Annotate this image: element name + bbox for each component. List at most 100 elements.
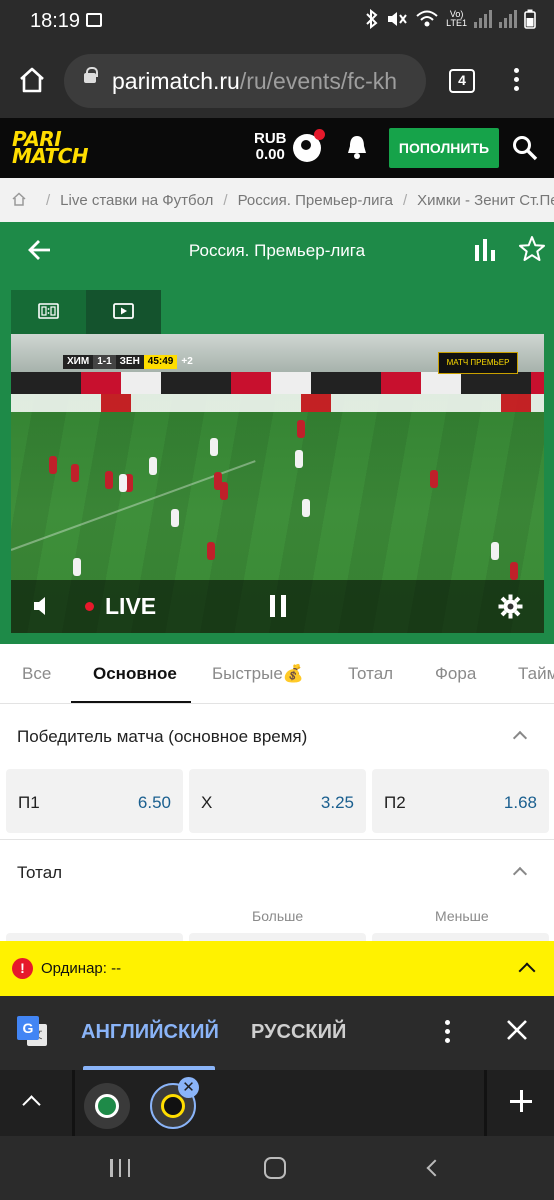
gear-icon[interactable] bbox=[498, 594, 523, 619]
address-bar[interactable]: parimatch.ru/ru/events/fc-kh bbox=[64, 54, 426, 108]
divider bbox=[484, 1070, 487, 1136]
volume-icon[interactable] bbox=[31, 594, 55, 618]
added-time: +2 bbox=[181, 356, 193, 367]
home-icon[interactable] bbox=[12, 192, 26, 206]
odds-button-draw[interactable]: X 3.25 bbox=[189, 769, 366, 833]
search-icon[interactable] bbox=[512, 135, 538, 161]
back-icon[interactable] bbox=[426, 1159, 444, 1177]
outcome-name: П1 bbox=[18, 793, 40, 812]
language-source[interactable]: АНГЛИЙСКИЙ bbox=[81, 1021, 219, 1044]
parimatch-logo[interactable]: PARI MATCH bbox=[12, 129, 89, 166]
new-tab-icon[interactable] bbox=[510, 1090, 532, 1112]
tab-all[interactable]: Все bbox=[22, 664, 51, 684]
currency-label: RUB bbox=[254, 130, 287, 147]
divider bbox=[72, 1070, 75, 1136]
close-icon[interactable] bbox=[505, 1018, 529, 1042]
soccer-ball-icon bbox=[95, 1094, 119, 1118]
balance-display[interactable]: RUB 0.00 bbox=[254, 131, 287, 163]
close-tab-icon[interactable]: ✕ bbox=[178, 1077, 199, 1098]
column-over: Больше bbox=[252, 908, 304, 924]
breadcrumb-separator: / bbox=[403, 192, 408, 209]
bell-icon[interactable] bbox=[346, 134, 368, 160]
match-score: 1-1 bbox=[93, 355, 116, 369]
tab-scoreboard[interactable] bbox=[11, 290, 86, 334]
player bbox=[207, 542, 215, 560]
player bbox=[510, 562, 518, 580]
translate-bar: 文 G АНГЛИЙСКИЙ РУССКИЙ bbox=[0, 996, 554, 1070]
tab-main[interactable]: Основное bbox=[93, 664, 177, 684]
recent-apps-icon[interactable] bbox=[110, 1159, 130, 1177]
tab-video[interactable] bbox=[86, 290, 161, 334]
player bbox=[295, 450, 303, 468]
player bbox=[119, 474, 127, 492]
bluetooth-icon bbox=[366, 9, 378, 29]
breadcrumb-item[interactable]: Live ставки на Футбол bbox=[60, 192, 213, 209]
player bbox=[210, 438, 218, 456]
url-text: parimatch.ru/ru/events/fc-kh bbox=[112, 68, 398, 94]
tab-switcher-button[interactable]: 4 bbox=[449, 69, 475, 93]
home-button-icon[interactable] bbox=[264, 1157, 286, 1179]
market-total: Тотал Больше Меньше bbox=[0, 841, 554, 943]
tab-half[interactable]: Тайм bbox=[518, 664, 554, 684]
market-tabs: Все Основное Быстрые💰 Тотал Фора Тайм bbox=[0, 644, 554, 704]
back-arrow-icon[interactable] bbox=[26, 236, 54, 264]
balance-value: 0.00 bbox=[255, 146, 285, 163]
odds-button-home[interactable]: П1 6.50 bbox=[6, 769, 183, 833]
signal-icon bbox=[474, 10, 492, 28]
signal-icon bbox=[499, 10, 517, 28]
site-header: PARI MATCH RUB 0.00 ПОПОЛНИТЬ bbox=[0, 118, 554, 178]
user-icon[interactable] bbox=[293, 129, 325, 162]
chevron-up-icon[interactable] bbox=[22, 1095, 41, 1114]
odds-button-away[interactable]: П2 1.68 bbox=[372, 769, 549, 833]
breadcrumb-item[interactable]: Химки - Зенит Ст.Петербург bbox=[417, 192, 554, 209]
tab-quick[interactable]: Быстрые💰 bbox=[212, 664, 304, 684]
outcome-odds: 6.50 bbox=[137, 793, 171, 812]
broadcaster-logo: МАТЧ ПРЕМЬЕР bbox=[438, 352, 518, 374]
chevron-up-icon[interactable] bbox=[518, 962, 536, 980]
player bbox=[149, 457, 157, 475]
lock-icon bbox=[84, 67, 98, 83]
battery-icon bbox=[524, 9, 536, 29]
away-team: ЗЕН bbox=[115, 355, 144, 369]
pause-icon[interactable] bbox=[270, 595, 286, 617]
player bbox=[430, 470, 438, 488]
breadcrumb-item[interactable]: Россия. Премьер-лига bbox=[238, 192, 393, 209]
tab-total[interactable]: Тотал bbox=[348, 664, 393, 684]
market-match-winner: Победитель матча (основное время) П1 6.5… bbox=[0, 705, 554, 840]
active-tab-indicator bbox=[71, 701, 191, 703]
chevron-up-icon[interactable] bbox=[512, 730, 528, 746]
event-header: Россия. Премьер-лига bbox=[0, 222, 554, 278]
player bbox=[105, 471, 113, 489]
warning-icon: ! bbox=[12, 958, 33, 979]
browser-menu-icon[interactable] bbox=[506, 68, 526, 96]
favorite-star-icon[interactable] bbox=[518, 235, 546, 263]
live-indicator-dot bbox=[85, 602, 94, 611]
deposit-button[interactable]: ПОПОЛНИТЬ bbox=[389, 128, 499, 168]
chevron-up-icon[interactable] bbox=[512, 866, 528, 882]
player bbox=[73, 558, 81, 576]
column-under: Меньше bbox=[435, 908, 489, 924]
betslip-bar[interactable]: ! Ординар: -- bbox=[0, 941, 554, 996]
home-icon[interactable] bbox=[18, 66, 46, 94]
player bbox=[49, 456, 57, 474]
market-title: Победитель матча (основное время) bbox=[17, 727, 308, 746]
system-nav-bar bbox=[0, 1136, 554, 1200]
tab-favicon[interactable] bbox=[84, 1083, 130, 1129]
video-controls: LIVE bbox=[11, 580, 544, 633]
match-time: 45:49 bbox=[143, 355, 178, 369]
play-video-icon bbox=[113, 303, 134, 319]
language-target[interactable]: РУССКИЙ bbox=[251, 1021, 346, 1044]
outcome-odds: 3.25 bbox=[320, 793, 354, 812]
advertising-board bbox=[11, 372, 544, 394]
translate-menu-icon[interactable] bbox=[443, 1020, 451, 1046]
tab-handicap[interactable]: Фора bbox=[435, 664, 476, 684]
player bbox=[491, 542, 499, 560]
status-bar: 18:19 Vo) LTE1 bbox=[0, 0, 554, 44]
google-translate-icon: 文 G bbox=[17, 1016, 47, 1046]
parimatch-icon bbox=[161, 1094, 185, 1118]
event-league-title: Россия. Премьер-лига bbox=[188, 241, 366, 260]
player bbox=[297, 420, 305, 438]
statistics-icon[interactable] bbox=[473, 237, 497, 263]
video-player[interactable]: ХИМ 1-1 ЗЕН 45:49 +2 МАТЧ ПРЕМЬЕР LIVE bbox=[11, 334, 544, 633]
browser-toolbar: parimatch.ru/ru/events/fc-kh 4 bbox=[0, 44, 554, 118]
